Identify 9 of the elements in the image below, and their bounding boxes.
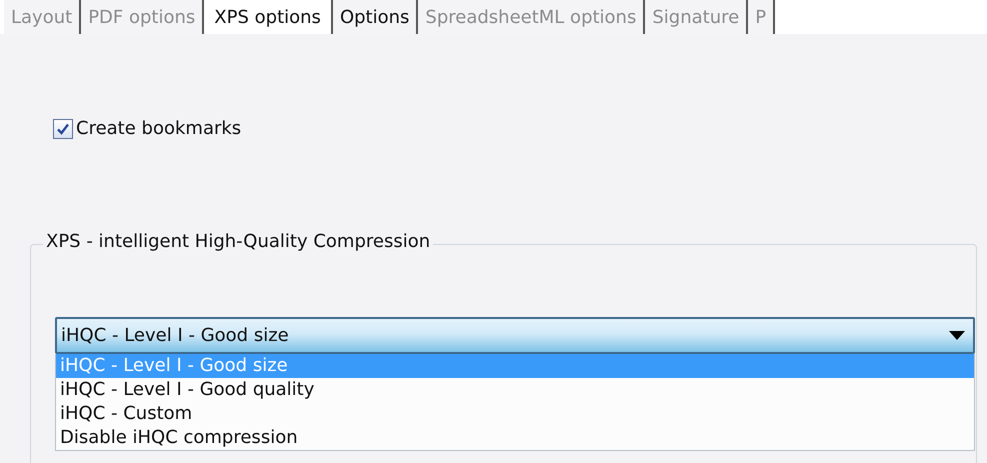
dropdown-option[interactable]: iHQC - Level I - Good quality: [56, 378, 974, 402]
checkbox[interactable]: [53, 118, 73, 138]
tab[interactable]: Options: [332, 0, 418, 34]
dropdown-option[interactable]: iHQC - Custom: [56, 402, 974, 426]
group-title: XPS - intelligent High-Quality Compression: [43, 231, 434, 252]
dropdown[interactable]: iHQC - Level I - Good size: [55, 317, 975, 354]
checkbox-label: Create bookmarks: [76, 118, 242, 139]
caret-icon: [949, 330, 965, 340]
dropdown-option[interactable]: Disable iHQC compression: [56, 426, 974, 450]
